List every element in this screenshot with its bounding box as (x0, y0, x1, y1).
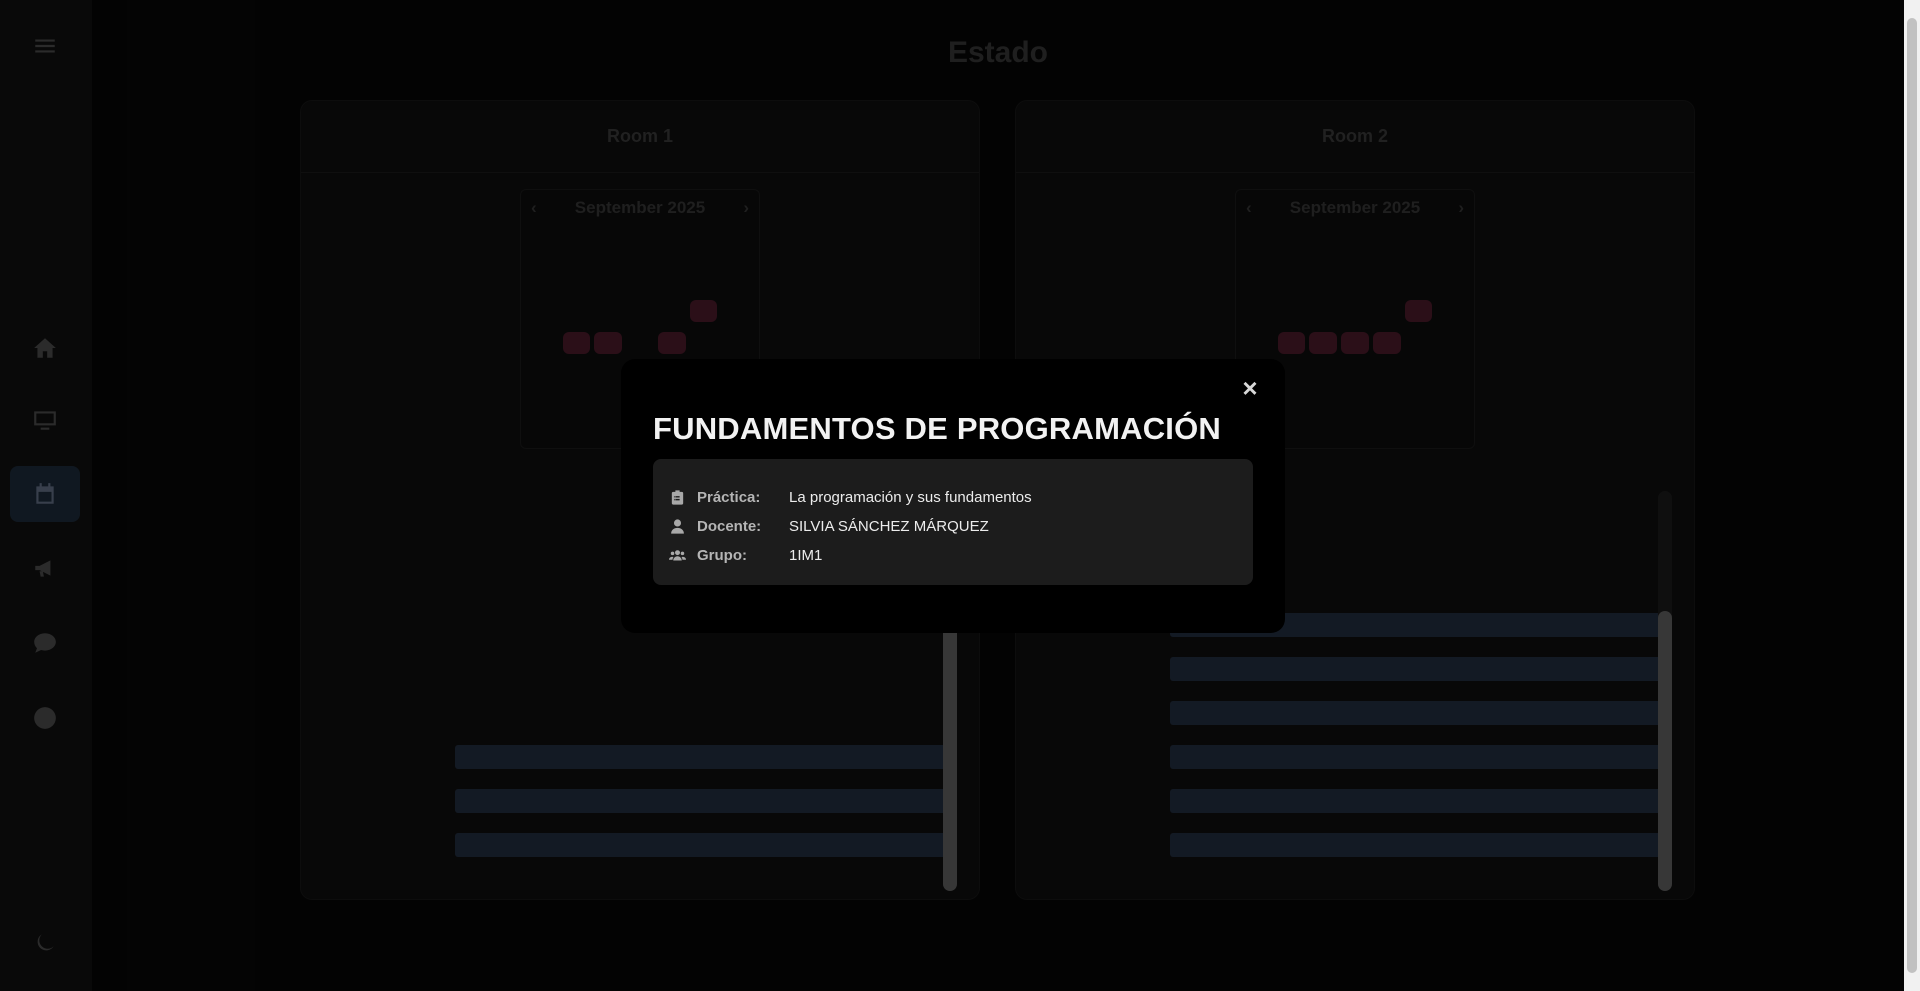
info-row-practica: Práctica: La programación y sus fundamen… (669, 483, 1237, 512)
info-panel: Práctica: La programación y sus fundamen… (653, 459, 1253, 585)
clipboard-icon (669, 489, 697, 506)
class-detail-modal: × FUNDAMENTOS DE PROGRAMACIÓN Práctica: … (621, 359, 1285, 633)
close-icon[interactable]: × (1237, 373, 1263, 403)
modal-title: FUNDAMENTOS DE PROGRAMACIÓN (653, 411, 1222, 446)
info-value: SILVIA SÁNCHEZ MÁRQUEZ (789, 518, 989, 535)
info-value: La programación y sus fundamentos (789, 489, 1032, 506)
info-label: Docente: (697, 518, 762, 535)
page-scrollbar-thumb[interactable] (1907, 18, 1917, 973)
user-icon (669, 518, 697, 535)
info-row-docente: Docente: SILVIA SÁNCHEZ MÁRQUEZ (669, 512, 1237, 541)
info-value: 1IM1 (789, 547, 823, 564)
info-label: Práctica: (697, 489, 761, 506)
info-label: Grupo: (697, 547, 747, 564)
users-icon (669, 547, 697, 564)
page-scrollbar[interactable] (1904, 0, 1920, 991)
app: Estado Room 1 ‹ September 2025 › Room 2 … (0, 0, 1920, 991)
info-row-grupo: Grupo: 1IM1 (669, 541, 1237, 570)
